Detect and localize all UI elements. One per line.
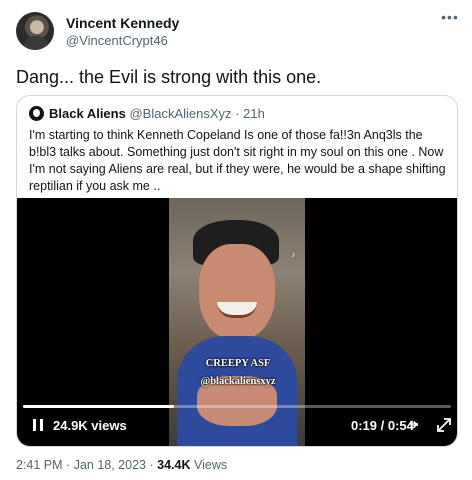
expand-icon[interactable]	[435, 416, 453, 434]
video-caption-line: CREEPY ASF	[205, 358, 271, 369]
video-player[interactable]: ♪ CREEPY ASF @blackaliensxyz 24.9K views…	[17, 198, 457, 446]
quote-author-handle: @BlackAliensXyz	[129, 106, 232, 121]
quote-avatar[interactable]	[29, 106, 44, 121]
quote-separator: ·	[235, 106, 240, 121]
more-icon[interactable]: •••	[440, 10, 460, 28]
meta-separator: ·	[149, 458, 154, 472]
author-handle[interactable]: @VincentCrypt46	[66, 33, 168, 48]
avatar[interactable]	[16, 12, 54, 50]
tweet: Vincent Kennedy @VincentCrypt46 ••• Dang…	[0, 0, 472, 480]
quoted-tweet[interactable]: Black Aliens @BlackAliensXyz · 21h I'm s…	[16, 95, 458, 447]
tweet-time[interactable]: 2:41 PM	[16, 458, 63, 472]
tweet-views-label: Views	[193, 458, 228, 472]
author-name[interactable]: Vincent Kennedy	[66, 15, 179, 31]
meta-separator: ·	[66, 458, 71, 472]
quote-author-name[interactable]: Black Aliens	[49, 106, 126, 121]
video-views: 24.9K views	[53, 418, 127, 433]
tweet-text: Dang... the Evil is strong with this one…	[16, 67, 322, 87]
pause-icon[interactable]	[31, 417, 45, 435]
video-caption-handle: @blackaliensxyz	[200, 376, 276, 387]
quote-timestamp[interactable]: 21h	[243, 106, 265, 121]
video-frame-detail	[199, 244, 275, 340]
tweet-views-count: 34.4K	[157, 458, 191, 472]
video-progress-fill	[23, 405, 174, 408]
video-time: 0:19 / 0:54	[351, 418, 414, 433]
volume-icon[interactable]: 🕪	[410, 416, 418, 432]
quote-text: I'm starting to think Kenneth Copeland I…	[29, 128, 446, 193]
quote-header: Black Aliens @BlackAliensXyz · 21h	[49, 106, 265, 122]
tiktok-icon: ♪	[291, 250, 295, 259]
tweet-date[interactable]: Jan 18, 2023	[74, 458, 146, 472]
tweet-meta: 2:41 PM · Jan 18, 2023 · 34.4K Views	[16, 458, 227, 472]
video-progress-bar[interactable]	[23, 405, 451, 408]
